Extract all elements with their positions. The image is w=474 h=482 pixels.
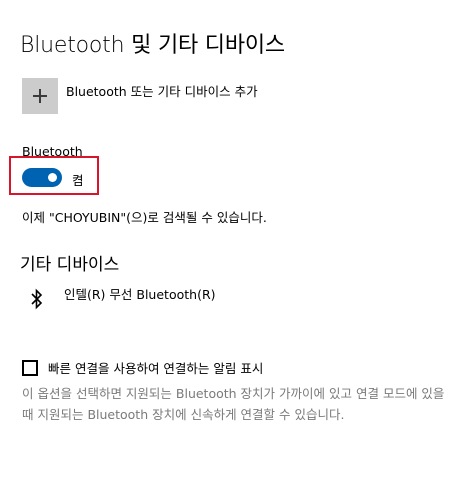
bluetooth-toggle[interactable]	[22, 168, 62, 187]
swift-pair-checkbox[interactable]	[22, 359, 38, 376]
swift-pair-description: 이 옵션을 선택하면 지원되는 Bluetooth 장치가 가까이에 있고 연결…	[22, 386, 445, 422]
device-item[interactable]: 인텔(R) 무선 Bluetooth(R)	[30, 284, 216, 310]
bluetooth-icon	[31, 288, 43, 310]
toggle-state-label: 켬	[72, 173, 84, 188]
other-devices-title: 기타 디바이스	[20, 255, 120, 275]
add-device-button[interactable]: Bluetooth 또는 기타 디바이스 추가	[22, 78, 258, 114]
toggle-knob	[48, 173, 57, 182]
add-device-label: Bluetooth 또는 기타 디바이스 추가	[66, 84, 258, 99]
page-title: Bluetooth 및 기타 디바이스	[20, 33, 285, 58]
plus-icon	[22, 78, 58, 114]
settings-page: Bluetooth 및 기타 디바이스 Bluetooth 또는 기타 디바이스…	[0, 0, 474, 482]
device-name: 인텔(R) 무선 Bluetooth(R)	[64, 287, 216, 302]
swift-pair-label: 빠른 연결을 사용하여 연결하는 알림 표시	[48, 361, 264, 376]
discoverable-text: 이제 "CHOYUBIN"(으)로 검색될 수 있습니다.	[22, 210, 267, 225]
swift-pair-option[interactable]: 빠른 연결을 사용하여 연결하는 알림 표시	[22, 358, 263, 377]
